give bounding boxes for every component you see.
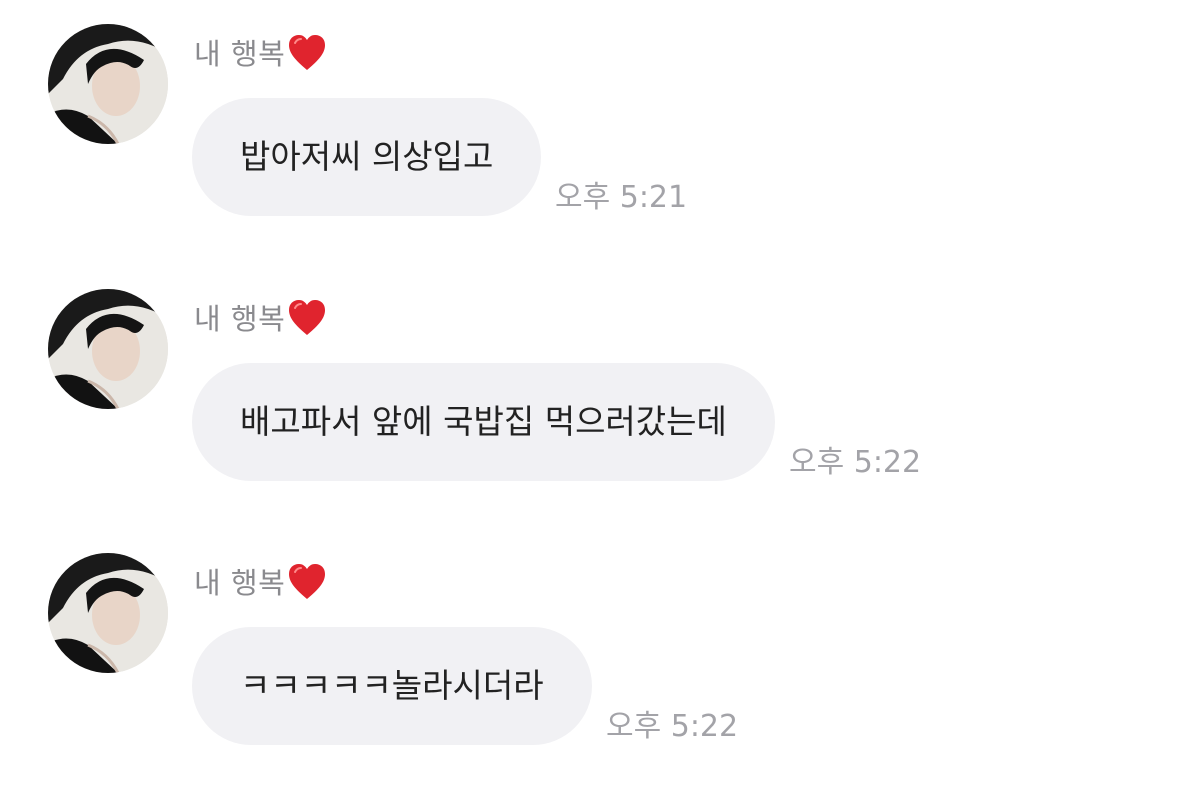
avatar[interactable] bbox=[48, 24, 168, 144]
sender-name: 내 행복 bbox=[194, 32, 327, 76]
message-bubble[interactable]: ㅋㅋㅋㅋㅋ놀라시더라 bbox=[192, 627, 592, 745]
message-text: 배고파서 앞에 국밥집 먹으러갔는데 bbox=[240, 402, 727, 441]
message-bubble[interactable]: 밥아저씨 의상입고 bbox=[192, 98, 542, 216]
chat-message: 내 행복 밥아저씨 의상입고 오후 5:21 bbox=[0, 0, 1179, 220]
sender-name: 내 행복 bbox=[194, 561, 327, 605]
sender-name-text: 내 행복 bbox=[194, 37, 286, 71]
message-time: 오후 5:21 bbox=[555, 180, 688, 215]
chat-message: 내 행복 ㅋㅋㅋㅋㅋ놀라시더라 오후 5:22 bbox=[0, 529, 1179, 749]
heart-icon bbox=[289, 564, 326, 599]
heart-icon bbox=[289, 35, 326, 70]
message-bubble[interactable]: 배고파서 앞에 국밥집 먹으러갔는데 bbox=[192, 363, 775, 481]
avatar-photo-icon bbox=[48, 289, 168, 409]
message-time: 오후 5:22 bbox=[606, 709, 739, 744]
message-text: 밥아저씨 의상입고 bbox=[240, 137, 494, 176]
avatar-photo-icon bbox=[48, 24, 168, 144]
sender-name-text: 내 행복 bbox=[194, 566, 286, 600]
heart-icon bbox=[289, 300, 326, 335]
sender-name: 내 행복 bbox=[194, 297, 327, 341]
chat-message: 내 행복 배고파서 앞에 국밥집 먹으러갔는데 오후 5:22 bbox=[0, 265, 1179, 485]
avatar-photo-icon bbox=[48, 553, 168, 673]
message-time: 오후 5:22 bbox=[789, 445, 922, 480]
avatar[interactable] bbox=[48, 553, 168, 673]
avatar[interactable] bbox=[48, 289, 168, 409]
sender-name-text: 내 행복 bbox=[194, 302, 286, 336]
message-text: ㅋㅋㅋㅋㅋ놀라시더라 bbox=[240, 666, 544, 705]
